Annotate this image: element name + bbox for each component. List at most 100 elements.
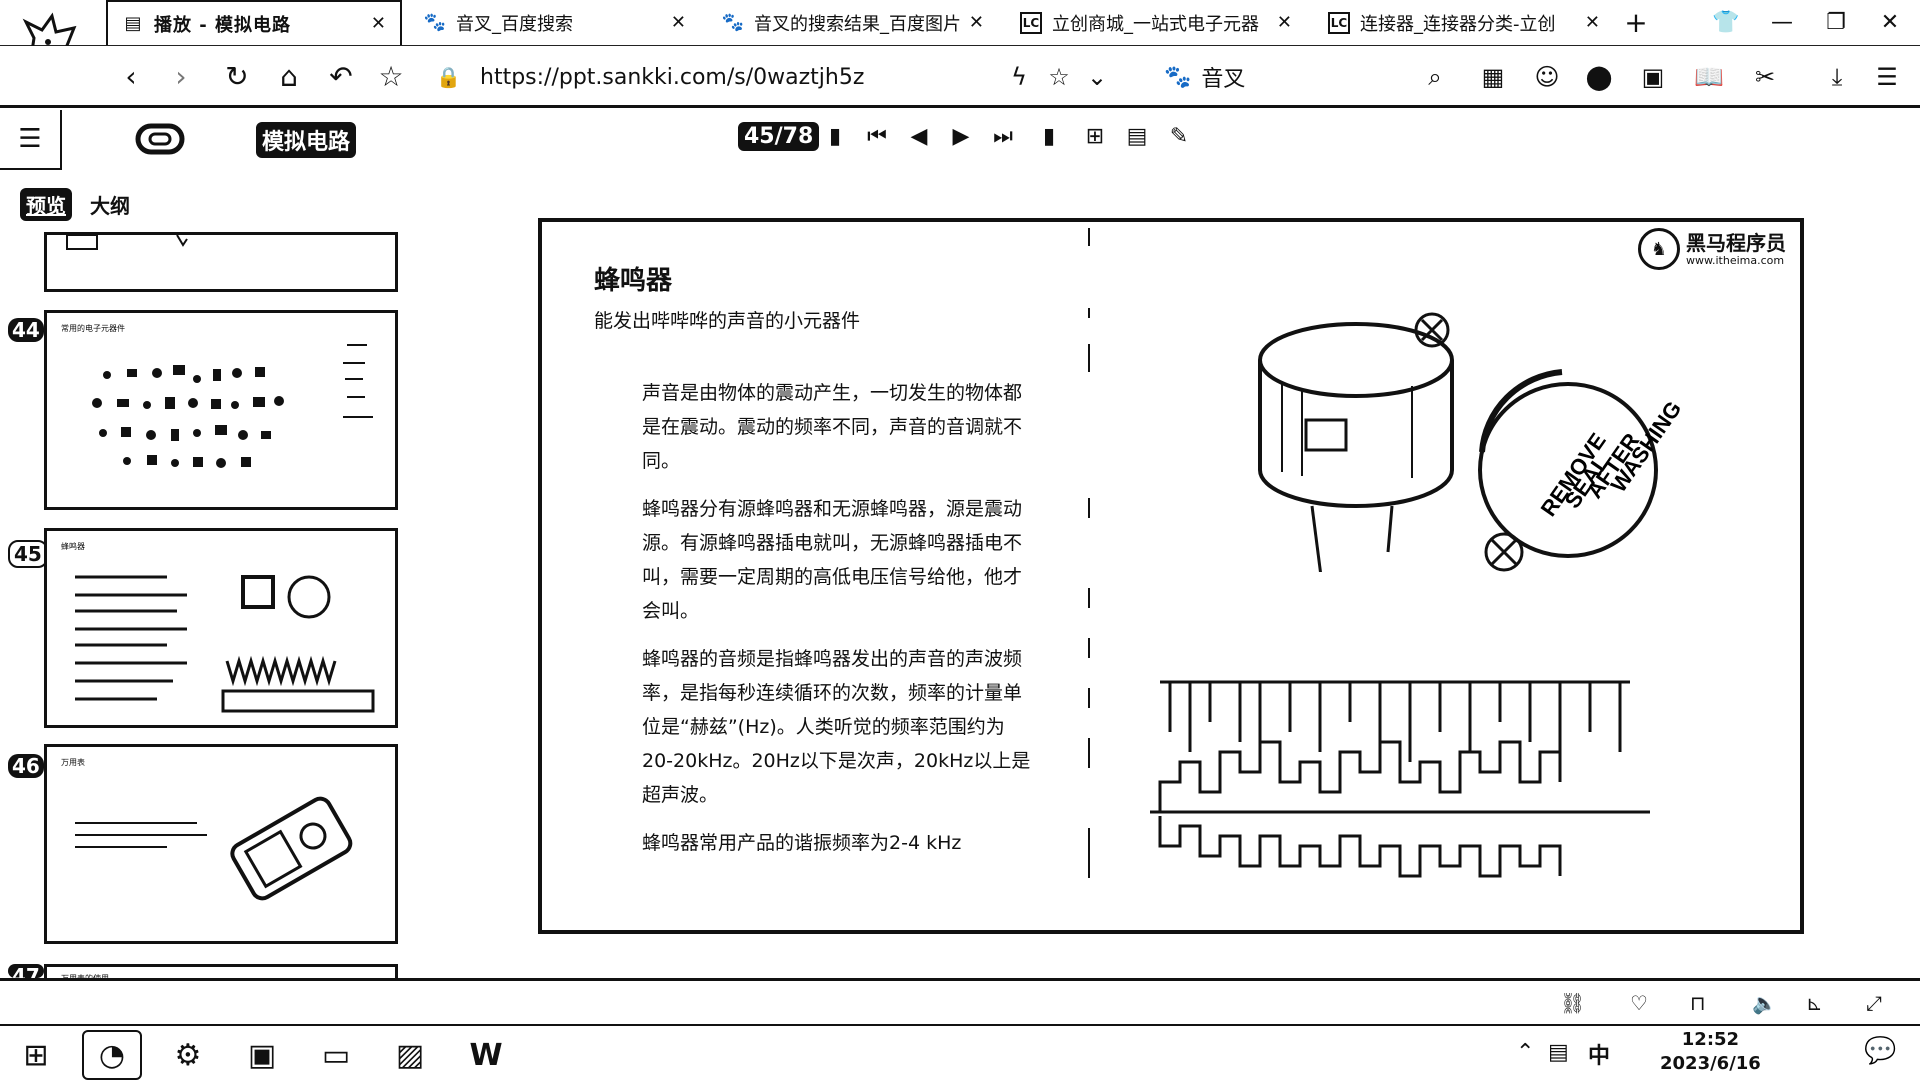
slide-number: 44 bbox=[8, 318, 44, 342]
tab-lcsc-connectors[interactable]: LC 连接器_连接器分类-立创 ✕ bbox=[1314, 0, 1614, 45]
clock-time: 12:52 bbox=[1681, 1029, 1740, 1050]
doc-icon: ▤ bbox=[124, 13, 142, 34]
dashed-divider bbox=[1088, 228, 1090, 878]
back-icon[interactable]: ‹ bbox=[114, 60, 148, 94]
status-bar: ⛓ ♡ ⊓ 🔈 ⊾ ⤢ bbox=[0, 978, 1920, 1024]
slide-thumbnail-44[interactable]: 常用的电子元器件 bbox=[44, 310, 398, 510]
chart-icon[interactable]: ⊾ bbox=[1806, 991, 1823, 1015]
toggle-sidebar-button[interactable]: ☰ bbox=[0, 110, 62, 170]
tab-preview[interactable]: 预览 bbox=[20, 188, 72, 221]
thumbnail-graphic bbox=[66, 235, 188, 250]
divider-icon: ▮ bbox=[1042, 124, 1056, 149]
tray-chevron-up-icon[interactable]: ⌃ bbox=[1516, 1040, 1534, 1065]
tray-network-icon[interactable]: ▤ bbox=[1548, 1040, 1569, 1065]
slide-paragraph: 蜂鸣器常用产品的谐振频率为2-4 kHz bbox=[642, 832, 962, 854]
clock-date: 2023/6/16 bbox=[1660, 1053, 1761, 1074]
window-icon[interactable]: ⊓ bbox=[1690, 991, 1706, 1015]
extension-icon[interactable]: ▣ bbox=[1636, 60, 1670, 94]
face-icon[interactable]: ☺ bbox=[1530, 60, 1564, 94]
browser-nav-bar: ‹ › ↻ ⌂ ↶ ☆ 🔒 https://ppt.sankki.com/s/0… bbox=[0, 46, 1920, 108]
viewer-toolbar: ☰ 模拟电路 45/78 ▮ ⏮ ◀ ▶ ⏭ ▮ ⊞ ▤ ✎ bbox=[0, 108, 1920, 170]
slide-thumbnail-45-current[interactable]: 蜂鸣器 bbox=[44, 528, 398, 728]
next-page-icon[interactable]: ▶ bbox=[946, 122, 976, 152]
heart-icon[interactable]: ♡ bbox=[1630, 991, 1648, 1015]
prev-page-icon[interactable]: ◀ bbox=[904, 122, 934, 152]
photos-app-icon[interactable]: ▨ bbox=[380, 1030, 440, 1080]
reader-icon[interactable]: 📖 bbox=[1692, 60, 1726, 94]
qr-icon[interactable]: ▦ bbox=[1476, 60, 1510, 94]
search-icon[interactable]: ⌕ bbox=[1418, 60, 1452, 94]
undo-icon[interactable]: ↶ bbox=[324, 60, 358, 94]
slide-subtitle: 能发出哔哔哗的声音的小元器件 bbox=[594, 310, 861, 332]
close-icon[interactable]: ✕ bbox=[1585, 12, 1600, 33]
browser-app-icon[interactable]: ◔ bbox=[82, 1030, 142, 1080]
course-title: 模拟电路 bbox=[256, 122, 357, 158]
minimize-icon[interactable]: — bbox=[1766, 8, 1798, 38]
notes-icon[interactable]: ▤ bbox=[1122, 122, 1152, 152]
components-collage-graphic bbox=[92, 344, 373, 468]
folder-icon[interactable]: ▭ bbox=[306, 1030, 366, 1080]
baidu-paw-icon: 🐾 bbox=[1164, 64, 1192, 90]
slide-sidebar: 预览 大纲 44 常用的电子元器件 45 蜂鸣器 46 万用表 47 bbox=[0, 168, 410, 984]
tab-baidu-search[interactable]: 🐾 音叉_百度搜索 ✕ bbox=[410, 0, 700, 45]
link-icon[interactable]: ⛓ bbox=[1560, 991, 1585, 1015]
star-icon[interactable]: ☆ bbox=[374, 60, 408, 94]
cloud-icon[interactable] bbox=[134, 118, 186, 158]
close-icon[interactable]: ✕ bbox=[371, 13, 386, 34]
bookmark-star-icon[interactable]: ☆ bbox=[1042, 60, 1076, 94]
lightning-icon[interactable]: ϟ bbox=[1002, 60, 1036, 94]
close-icon[interactable]: ✕ bbox=[969, 12, 984, 33]
tab-label: 音叉的搜索结果_百度图片 bbox=[754, 13, 961, 35]
slide-thumbnail-46[interactable]: 万用表 bbox=[44, 744, 398, 944]
download-icon[interactable]: ⤓ bbox=[1820, 60, 1854, 94]
brand-logo: ♞ 黑马程序员 www.itheima.com bbox=[1638, 228, 1786, 270]
tab-label: 播放 - 模拟电路 bbox=[154, 14, 292, 36]
pen-icon[interactable]: ✎ bbox=[1164, 122, 1194, 152]
close-icon[interactable]: ✕ bbox=[1277, 12, 1292, 33]
slide-number-current: 45 bbox=[8, 540, 48, 568]
tab-baidu-images[interactable]: 🐾 音叉的搜索结果_百度图片 ✕ bbox=[708, 0, 998, 45]
home-icon[interactable]: ⌂ bbox=[272, 60, 306, 94]
shirt-icon[interactable]: 👕 bbox=[1710, 8, 1742, 38]
wps-app-icon[interactable]: W bbox=[456, 1030, 516, 1080]
os-taskbar: ⊞ ◔ ⚙ ▣ ▭ ▨ W ⌃ ▤ 中 12:52 2023/6/16 💬 bbox=[0, 1024, 1920, 1080]
restore-icon[interactable]: ❐ bbox=[1820, 8, 1852, 38]
expand-icon[interactable]: ⤢ bbox=[1866, 991, 1882, 1015]
menu-icon[interactable]: ☰ bbox=[1870, 60, 1904, 94]
download-badge-icon[interactable]: ⬤ bbox=[1582, 60, 1616, 94]
volume-icon[interactable]: 🔈 bbox=[1752, 991, 1777, 1015]
address-bar[interactable]: 🔒 https://ppt.sankki.com/s/0waztjh5z bbox=[436, 60, 996, 94]
settings-gear-icon[interactable]: ⚙ bbox=[158, 1030, 218, 1080]
scissors-icon[interactable]: ✂ bbox=[1748, 60, 1782, 94]
first-page-icon[interactable]: ⏮ bbox=[862, 122, 892, 152]
clock[interactable]: 12:52 2023/6/16 bbox=[1660, 1028, 1761, 1076]
last-page-icon[interactable]: ⏭ bbox=[988, 122, 1018, 152]
close-window-icon[interactable]: ✕ bbox=[1874, 8, 1906, 38]
brand-url: www.itheima.com bbox=[1686, 253, 1785, 267]
baidu-paw-icon: 🐾 bbox=[423, 12, 447, 33]
slide-title: 蜂鸣器 bbox=[594, 266, 673, 296]
wechat-app-icon[interactable]: ▣ bbox=[232, 1030, 292, 1080]
start-windows-icon[interactable]: ⊞ bbox=[6, 1030, 66, 1080]
slide-paragraph: 声音是由物体的震动产生，一切发生的物体都是在震动。震动的频率不同，声音的音调就不… bbox=[642, 382, 1023, 472]
close-icon[interactable]: ✕ bbox=[671, 12, 686, 33]
chevron-down-icon[interactable]: ⌄ bbox=[1080, 60, 1114, 94]
tab-outline[interactable]: 大纲 bbox=[84, 188, 136, 221]
multimeter-thumbnail-graphic bbox=[75, 796, 353, 901]
reload-icon[interactable]: ↻ bbox=[220, 60, 254, 94]
slide-thumbnail-43[interactable] bbox=[44, 232, 398, 292]
page-indicator: 45/78 bbox=[738, 122, 820, 151]
ime-indicator[interactable]: 中 bbox=[1588, 1038, 1610, 1070]
waveform-graphic bbox=[1150, 680, 1650, 878]
new-tab-icon[interactable]: + bbox=[1620, 8, 1652, 38]
notification-icon[interactable]: 💬 bbox=[1864, 1036, 1896, 1066]
grid-view-icon[interactable]: ⊞ bbox=[1080, 122, 1110, 152]
slide-paragraph: 蜂鸣器的音频是指蜂鸣器发出的声音的声波频率，是指每秒连续循环的次数，频率的计量单… bbox=[642, 648, 1031, 806]
brand-horse-icon: ♞ bbox=[1638, 228, 1680, 270]
tab-lcsc-mall[interactable]: LC 立创商城_一站式电子元器 ✕ bbox=[1006, 0, 1306, 45]
divider-icon: ▮ bbox=[828, 124, 842, 149]
search-box[interactable]: 🐾 音叉 bbox=[1164, 60, 1245, 94]
tab-slideshow[interactable]: ▤ 播放 - 模拟电路 ✕ bbox=[106, 0, 402, 45]
thumbnail-title: 常用的电子元器件 bbox=[61, 324, 125, 333]
forward-icon[interactable]: › bbox=[164, 60, 198, 94]
